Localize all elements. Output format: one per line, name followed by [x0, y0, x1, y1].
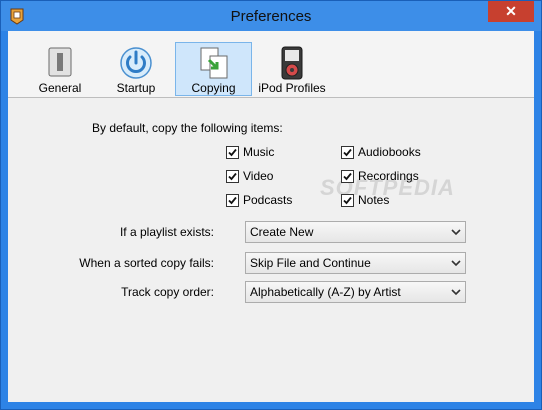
checkbox-box: [226, 146, 239, 159]
video-checkbox-label: Video: [243, 169, 274, 183]
power-icon: [120, 47, 152, 79]
playlist-exists-value: Create New: [250, 225, 314, 239]
podcasts-checkbox-label: Podcasts: [243, 193, 293, 207]
tab-copying[interactable]: Copying: [175, 42, 252, 96]
sorted-copy-fails-value: Skip File and Continue: [250, 256, 371, 270]
check-icon: [343, 196, 352, 205]
tab-general[interactable]: General: [32, 43, 88, 95]
tab-ipod-profiles-label: iPod Profiles: [258, 81, 326, 95]
chevron-down-icon: [451, 260, 461, 267]
checkbox-box: [341, 194, 354, 207]
checkbox-box: [341, 146, 354, 159]
check-icon: [228, 172, 237, 181]
chevron-down-icon: [451, 289, 461, 296]
close-button[interactable]: ✕: [488, 1, 534, 22]
track-copy-order-label: Track copy order:: [121, 285, 214, 299]
playlist-exists-label: If a playlist exists:: [119, 225, 214, 239]
check-icon: [343, 148, 352, 157]
checkbox-box: [341, 170, 354, 183]
tab-startup[interactable]: Startup: [106, 43, 166, 95]
tab-ipod-profiles[interactable]: iPod Profiles: [257, 43, 327, 95]
general-icon: [48, 47, 72, 77]
check-icon: [228, 148, 237, 157]
chevron-down-icon: [451, 229, 461, 236]
music-checkbox-label: Music: [243, 145, 275, 159]
playlist-exists-select[interactable]: Create New: [245, 221, 466, 243]
window-title: Preferences: [230, 8, 312, 25]
check-icon: [228, 196, 237, 205]
tab-general-label: General: [38, 81, 82, 95]
recordings-checkbox-label: Recordings: [358, 169, 419, 183]
tab-copying-label: Copying: [191, 81, 236, 95]
audiobooks-checkbox-label: Audiobooks: [358, 145, 421, 159]
notes-checkbox-label: Notes: [358, 193, 390, 207]
checkbox-box: [226, 194, 239, 207]
track-copy-order-value: Alphabetically (A-Z) by Artist: [250, 285, 401, 299]
check-icon: [343, 172, 352, 181]
window-client: General Startup Copying iPod Profiles By…: [8, 31, 534, 402]
preferences-toolbar: General Startup Copying iPod Profiles: [8, 31, 534, 98]
copy-items-heading: By default, copy the following items:: [92, 121, 283, 135]
sorted-copy-fails-label: When a sorted copy fails:: [79, 256, 214, 270]
preferences-window: Preferences ✕ General Startup Copying iP…: [0, 0, 542, 410]
copying-panel: By default, copy the following items: SO…: [8, 98, 534, 402]
tab-startup-label: Startup: [116, 81, 156, 95]
title-bar: Preferences ✕: [1, 1, 541, 31]
sorted-copy-fails-select[interactable]: Skip File and Continue: [245, 252, 466, 274]
copy-icon: [200, 47, 227, 79]
ipod-icon: [281, 46, 303, 80]
track-copy-order-select[interactable]: Alphabetically (A-Z) by Artist: [245, 281, 466, 303]
checkbox-box: [226, 170, 239, 183]
